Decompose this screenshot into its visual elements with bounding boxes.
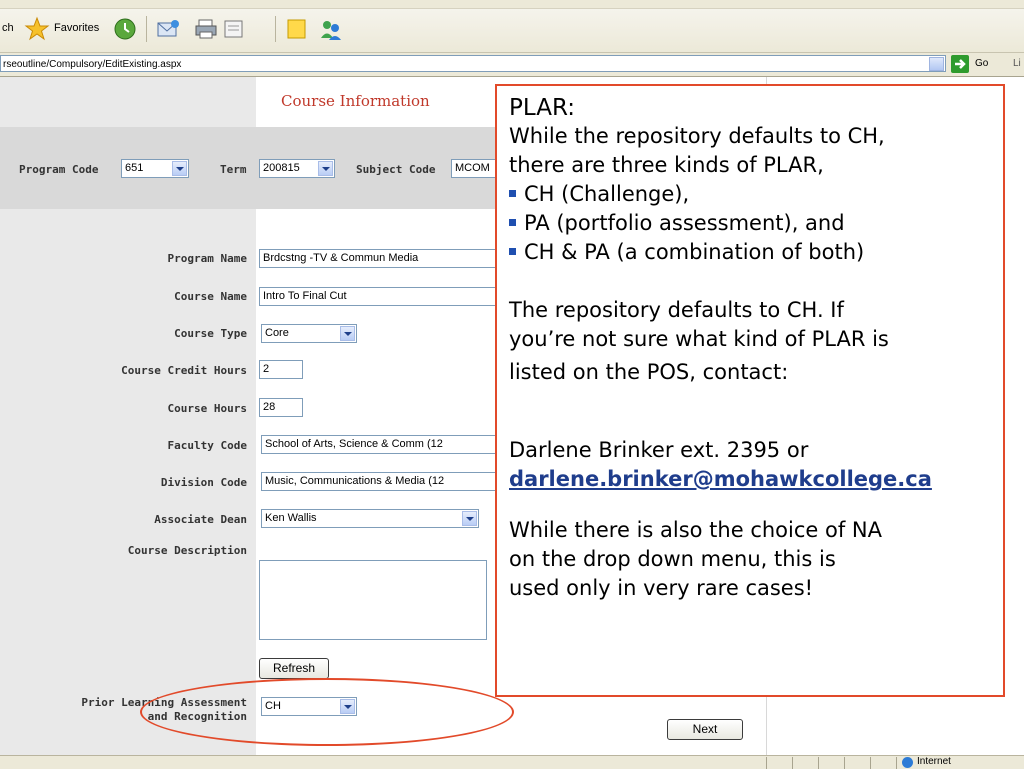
go-arrow-icon[interactable]: [951, 55, 969, 73]
notes-icon[interactable]: [284, 16, 310, 42]
status-separator: [844, 757, 845, 769]
page-title: Course Information: [281, 92, 430, 110]
callout-note-line3: used only in very rare cases!: [509, 576, 814, 600]
chevron-down-icon[interactable]: [340, 326, 355, 341]
favorites-star-icon[interactable]: [24, 16, 50, 42]
associate-dean-label: Associate Dean: [154, 513, 247, 526]
internet-zone-icon: [902, 757, 913, 768]
toolbar-separator: [275, 16, 276, 42]
contact-email-link[interactable]: darlene.brinker@mohawkcollege.ca: [509, 465, 1003, 494]
callout-contact-name: Darlene Brinker ext. 2395 or: [509, 438, 809, 462]
credit-hours-label: Course Credit Hours: [121, 364, 247, 377]
course-name-label: Course Name: [174, 290, 247, 303]
favorites-button[interactable]: Favorites: [54, 22, 99, 34]
term-label: Term: [220, 163, 247, 176]
division-code-label: Division Code: [160, 476, 247, 489]
callout-bullet-text: PA (portfolio assessment), and: [524, 211, 845, 235]
plar-highlight-oval: [140, 678, 514, 746]
callout-bullet: CH (Challenge),: [509, 180, 1003, 209]
subject-code-label: Subject Code: [356, 163, 436, 176]
callout-note-line1: While there is also the choice of NA: [509, 518, 882, 542]
links-button[interactable]: Li: [1013, 58, 1021, 69]
course-hours-input[interactable]: 28: [259, 398, 303, 417]
callout-bullet-text: CH & PA (a combination of both): [524, 240, 865, 264]
callout-bullet-text: CH (Challenge),: [524, 182, 690, 206]
associate-dean-value: Ken Wallis: [265, 512, 317, 524]
term-select[interactable]: 200815: [259, 159, 335, 178]
callout-bullet: CH & PA (a combination of both): [509, 238, 1003, 267]
callout-default-line1: The repository defaults to CH. If: [509, 298, 844, 322]
menu-strip: [0, 0, 1024, 9]
chevron-down-icon[interactable]: [462, 511, 477, 526]
callout-intro-line1: While the repository defaults to CH,: [509, 124, 885, 148]
go-button[interactable]: Go: [975, 58, 988, 69]
print-icon[interactable]: [193, 16, 219, 42]
url-history-dropdown[interactable]: [929, 57, 944, 71]
mail-icon[interactable]: [155, 16, 181, 42]
callout-bullet: PA (portfolio assessment), and: [509, 209, 1003, 238]
course-description-label: Course Description: [127, 544, 247, 557]
course-type-select[interactable]: Core: [261, 324, 357, 343]
url-input[interactable]: rseoutline/Compulsory/EditExisting.aspx: [0, 55, 946, 72]
subject-code-value: MCOM: [455, 162, 490, 174]
program-code-select[interactable]: 651: [121, 159, 189, 178]
status-separator: [870, 757, 871, 769]
callout-note-line2: on the drop down menu, this is: [509, 547, 836, 571]
course-type-label: Course Type: [174, 327, 247, 340]
callout-intro-line2: there are three kinds of PLAR,: [509, 153, 824, 177]
search-button-label[interactable]: ch: [2, 22, 14, 34]
term-value: 200815: [263, 162, 300, 174]
edit-icon[interactable]: [221, 16, 247, 42]
program-name-input[interactable]: Brdcstng -TV & Commun Media: [259, 249, 509, 268]
program-name-label: Program Name: [167, 252, 247, 265]
plar-callout: PLAR: While the repository defaults to C…: [495, 84, 1005, 697]
chevron-down-icon[interactable]: [318, 161, 333, 176]
course-name-input[interactable]: Intro To Final Cut: [259, 287, 509, 306]
callout-heading: PLAR:: [509, 95, 575, 121]
bullet-icon: [509, 218, 516, 226]
address-bar: rseoutline/Compulsory/EditExisting.aspx …: [0, 53, 1024, 77]
messenger-icon[interactable]: [318, 16, 344, 42]
callout-default-line3: listed on the POS, contact:: [509, 360, 789, 384]
program-code-label: Program Code: [19, 163, 99, 176]
faculty-code-select[interactable]: School of Arts, Science & Comm (12: [261, 435, 497, 454]
next-button[interactable]: Next: [667, 719, 743, 740]
callout-default-line2: you’re not sure what kind of PLAR is: [509, 327, 889, 351]
course-hours-label: Course Hours: [167, 402, 247, 415]
status-separator: [896, 757, 897, 769]
course-type-value: Core: [265, 327, 289, 339]
course-description-textarea[interactable]: [259, 560, 487, 640]
bullet-icon: [509, 189, 516, 197]
credit-hours-input[interactable]: 2: [259, 360, 303, 379]
status-bar: Internet: [0, 755, 1024, 769]
toolbar-separator: [146, 16, 147, 42]
security-zone-label: Internet: [917, 756, 951, 767]
history-icon[interactable]: [112, 16, 138, 42]
program-code-value: 651: [125, 162, 144, 174]
chevron-down-icon[interactable]: [172, 161, 187, 176]
faculty-code-label: Faculty Code: [167, 439, 247, 452]
status-separator: [818, 757, 819, 769]
associate-dean-select[interactable]: Ken Wallis: [261, 509, 479, 528]
status-separator: [766, 757, 767, 769]
bullet-icon: [509, 247, 516, 255]
browser-toolbar: ch Favorites: [0, 0, 1024, 53]
refresh-button[interactable]: Refresh: [259, 658, 329, 679]
status-separator: [792, 757, 793, 769]
division-code-select[interactable]: Music, Communications & Media (12: [261, 472, 497, 491]
